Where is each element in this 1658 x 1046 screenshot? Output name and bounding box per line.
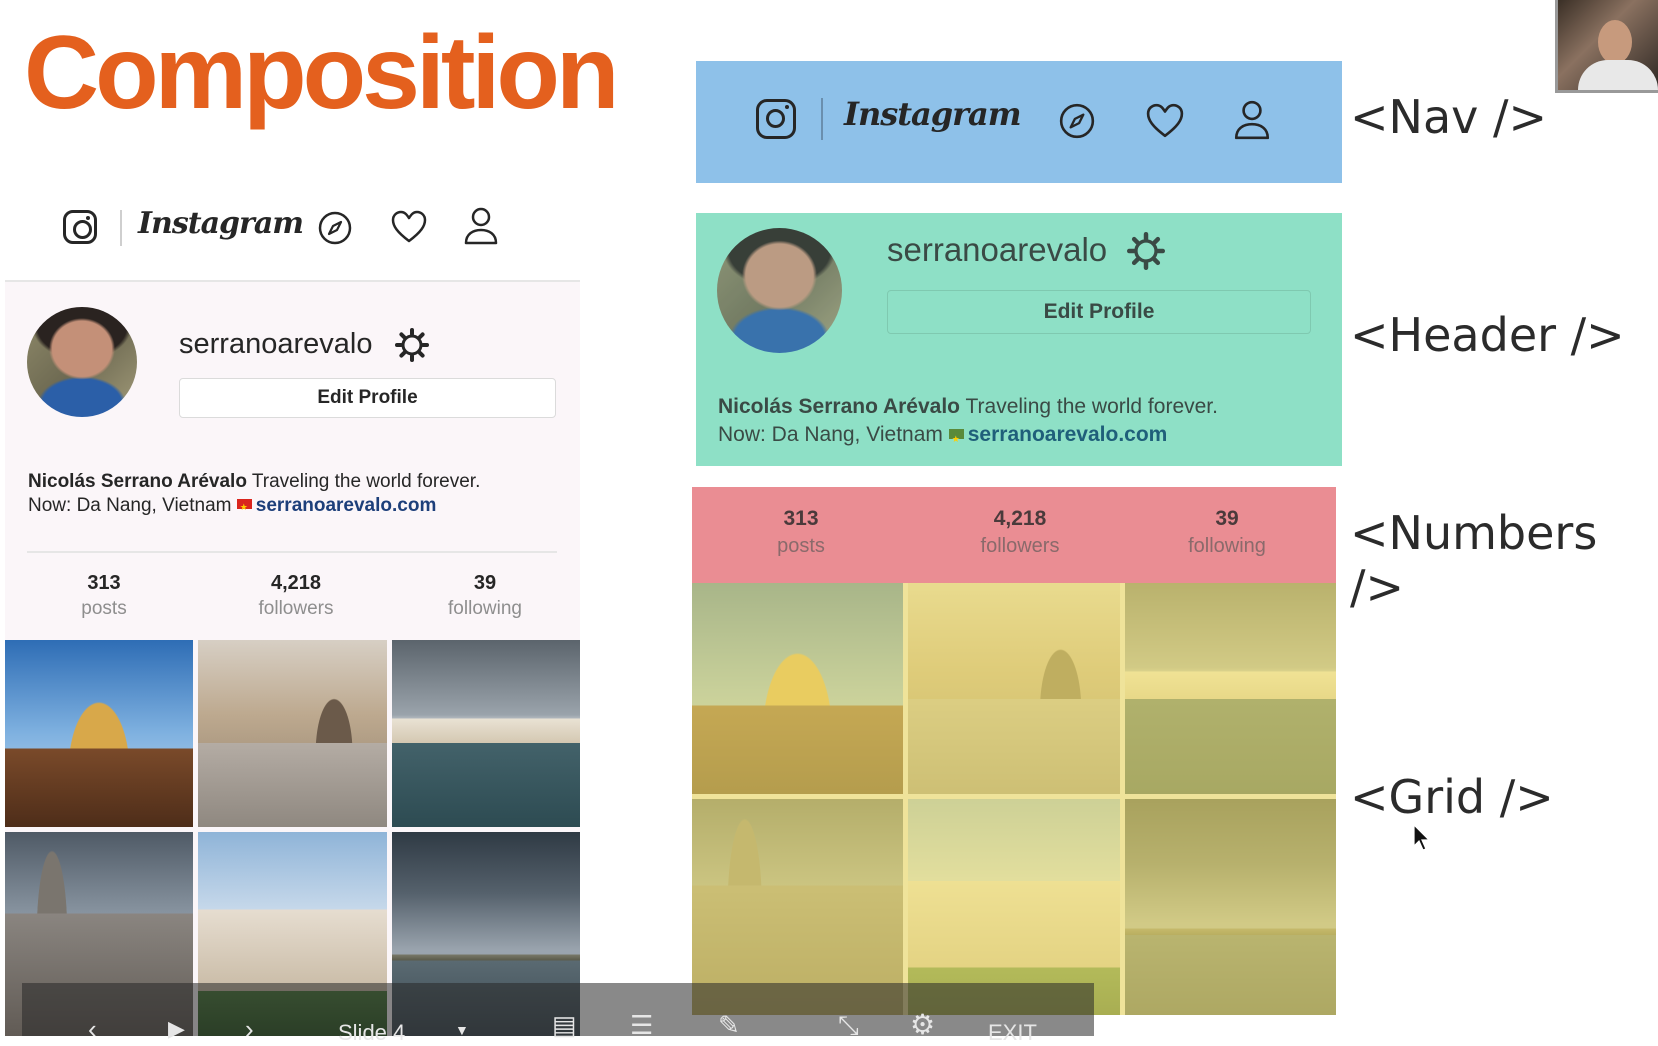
gear-icon[interactable] [395, 328, 429, 362]
full-name: Nicolás Serrano Arévalo [718, 395, 960, 418]
settings-gear-icon[interactable]: ⚙ [910, 1008, 935, 1041]
stat-followers[interactable]: 4,218 followers [930, 507, 1110, 558]
webcam-overlay [1555, 0, 1658, 93]
instagram-wordmark[interactable]: Instagram [138, 206, 304, 241]
nav-component-block: Instagram [696, 61, 1342, 183]
stat-following[interactable]: 39 following [1152, 507, 1302, 558]
nav-divider [120, 210, 122, 246]
gear-icon[interactable] [1127, 232, 1165, 270]
photo-street-cafe[interactable] [908, 583, 1120, 794]
slide-indicator[interactable]: Slide 4 [338, 1020, 405, 1046]
stat-posts[interactable]: 313 posts [736, 507, 866, 558]
numbers-component-label: <Numbers /> [1350, 506, 1598, 614]
user-icon[interactable] [463, 206, 499, 246]
printer-icon[interactable]: ▤ [552, 1010, 577, 1041]
profile-bio: Nicolás Serrano Arévalo Traveling the wo… [28, 470, 568, 519]
profile-nav-bar: Instagram [5, 180, 580, 282]
vietnam-flag-icon [236, 495, 252, 519]
instagram-logo-icon[interactable] [756, 99, 796, 139]
heart-icon[interactable] [1146, 103, 1184, 139]
compass-icon[interactable] [1058, 102, 1096, 140]
play-icon[interactable]: ▶ [168, 1016, 185, 1042]
username: serranoarevalo [887, 231, 1108, 268]
photo-temple[interactable] [692, 583, 903, 794]
photo-temple[interactable] [5, 640, 193, 827]
bio-line2: Now: Da Nang, Vietnam [718, 423, 943, 446]
header-component-block: serranoarevalo Edit Profile Nicolás Serr… [696, 213, 1342, 466]
instagram-wordmark[interactable]: Instagram [844, 95, 1022, 133]
vietnam-flag-icon [948, 425, 964, 453]
list-icon[interactable]: ☰ [630, 1010, 653, 1041]
grid-component-block [692, 583, 1336, 1015]
bio-line1: Traveling the world forever. [965, 395, 1218, 418]
stat-following[interactable]: 39 following [415, 572, 555, 620]
website-link[interactable]: serranoarevalo.com [968, 423, 1168, 446]
exit-button[interactable]: EXIT [988, 1020, 1037, 1046]
previous-slide-icon[interactable]: ‹ [88, 1014, 97, 1045]
stat-followers[interactable]: 4,218 followers [221, 572, 371, 620]
bio-line2: Now: Da Nang, Vietnam [28, 495, 232, 516]
grid-component-label: <Grid /> [1350, 770, 1554, 824]
avatar[interactable] [27, 307, 137, 417]
instagram-profile-mockup: Instagram serranoarevalo Edit Profile Ni… [5, 180, 580, 1036]
heart-icon[interactable] [391, 210, 427, 244]
shrink-icon[interactable]: ⤡ [838, 1010, 859, 1042]
full-name: Nicolás Serrano Arévalo [28, 471, 247, 492]
edit-profile-button[interactable]: Edit Profile [179, 378, 556, 418]
username: serranoarevalo [179, 328, 373, 360]
avatar[interactable] [717, 228, 842, 353]
nav-divider [821, 98, 823, 140]
edit-profile-button[interactable]: Edit Profile [887, 290, 1311, 334]
website-link[interactable]: serranoarevalo.com [256, 495, 437, 516]
photo-street-cafe[interactable] [198, 640, 387, 827]
user-icon[interactable] [1233, 99, 1271, 141]
bio-line1: Traveling the world forever. [251, 471, 481, 492]
slide-title: Composition [24, 15, 619, 131]
instagram-logo-icon[interactable] [63, 210, 97, 244]
photo-river-bridge[interactable] [1125, 583, 1336, 794]
nav-component-label: <Nav /> [1350, 90, 1548, 144]
pen-icon[interactable]: ✎ [718, 1010, 740, 1041]
presenter-face [1598, 20, 1632, 64]
compass-icon[interactable] [317, 210, 353, 246]
stats-divider [27, 551, 557, 553]
next-slide-icon[interactable]: › [245, 1014, 254, 1045]
stat-posts[interactable]: 313 posts [41, 572, 167, 620]
presenter-body [1578, 60, 1658, 90]
mouse-cursor-icon [1413, 824, 1431, 851]
profile-bio: Nicolás Serrano Arévalo Traveling the wo… [718, 393, 1328, 453]
numbers-component-block: 313 posts 4,218 followers 39 following [692, 487, 1336, 583]
photo-lake[interactable] [1125, 799, 1336, 1015]
header-component-label: <Header /> [1350, 308, 1625, 362]
photo-river-bridge[interactable] [392, 640, 580, 827]
